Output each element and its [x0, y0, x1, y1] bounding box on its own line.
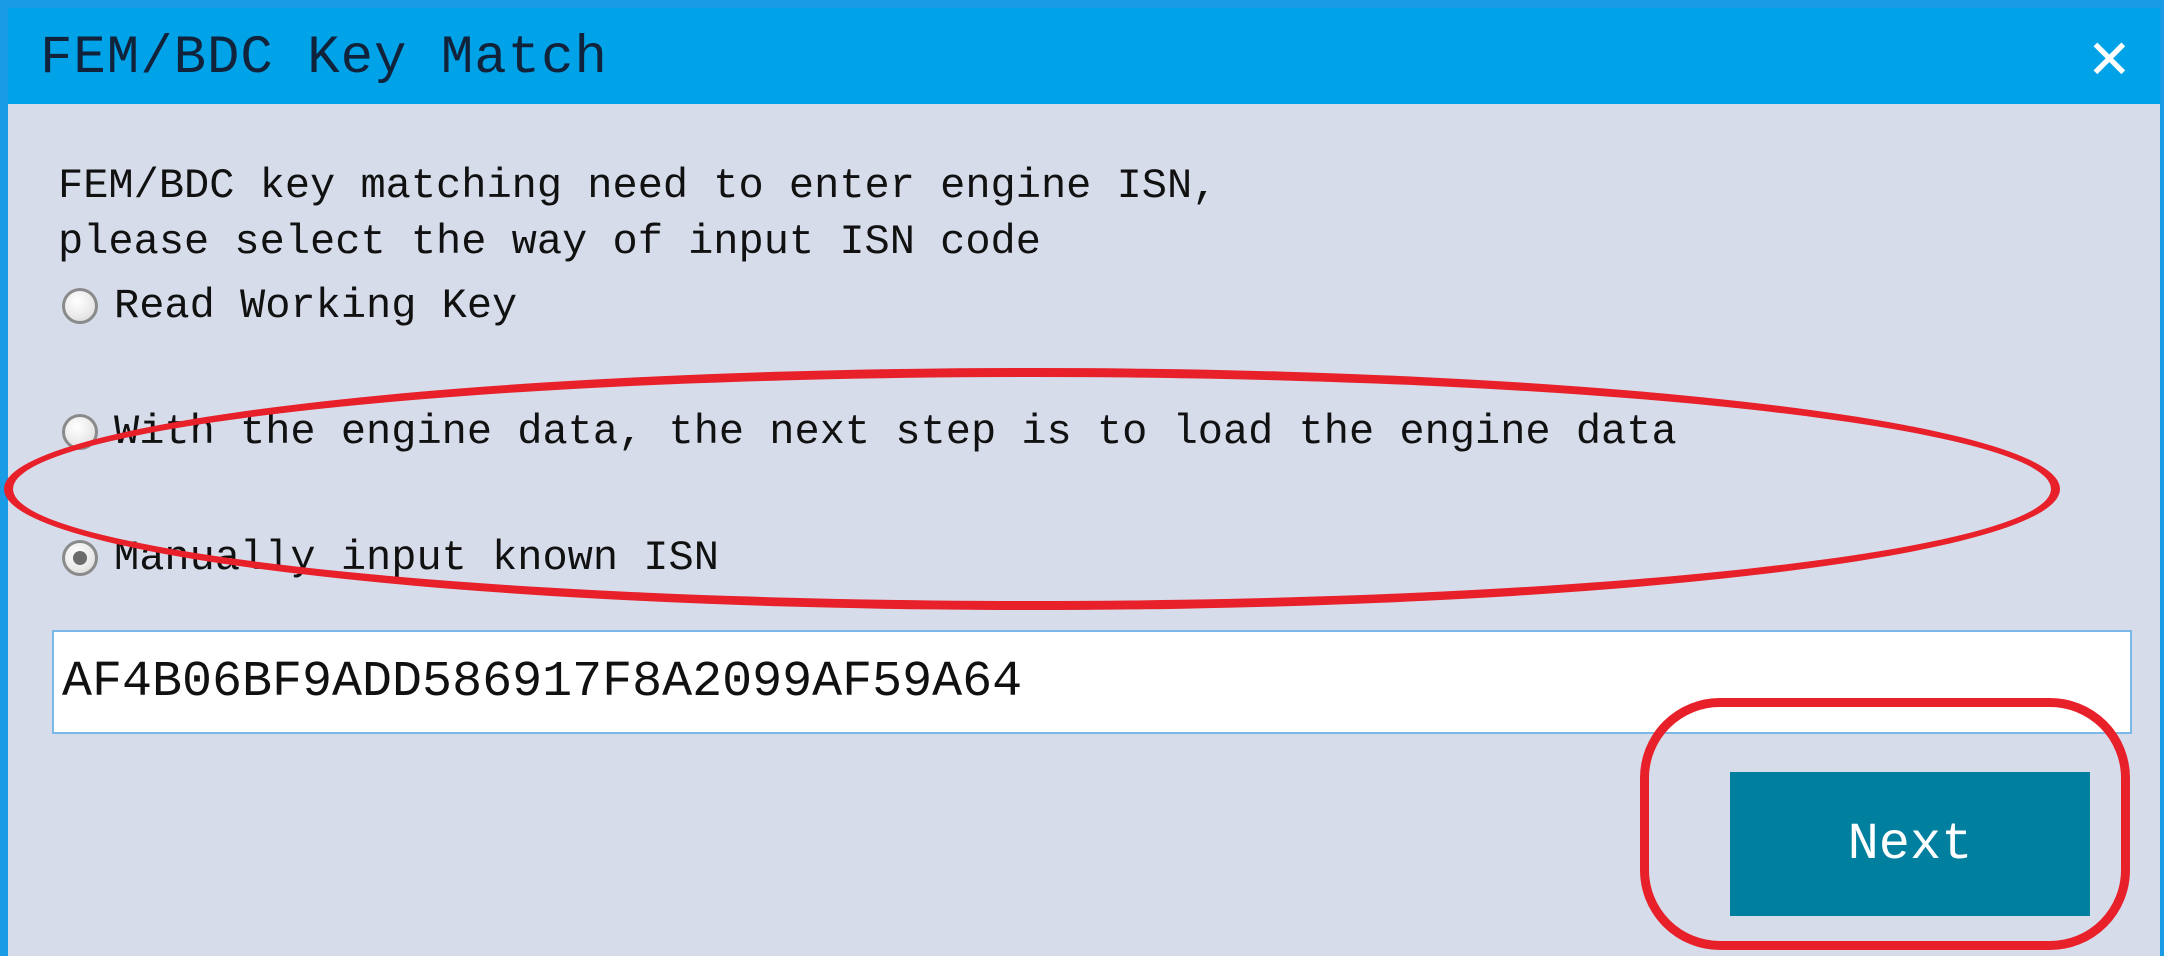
- instruction-line-2: please select the way of input ISN code: [58, 218, 1041, 266]
- radio-checked-icon[interactable]: [62, 540, 98, 576]
- dialog-window: FEM/BDC Key Match ✕ FEM/BDC key matching…: [0, 0, 2164, 956]
- radio-unchecked-icon[interactable]: [62, 288, 98, 324]
- radio-read-working-key[interactable]: Read Working Key: [62, 282, 517, 330]
- radio-label: With the engine data, the next step is t…: [114, 408, 1677, 456]
- radio-label: Manually input known ISN: [114, 534, 719, 582]
- radio-engine-data[interactable]: With the engine data, the next step is t…: [62, 408, 1677, 456]
- radio-manual-isn[interactable]: Manually input known ISN: [62, 534, 719, 582]
- instruction-line-1: FEM/BDC key matching need to enter engin…: [58, 162, 1218, 210]
- radio-label: Read Working Key: [114, 282, 518, 330]
- instruction-text: FEM/BDC key matching need to enter engin…: [58, 158, 1217, 270]
- title-bar: FEM/BDC Key Match ✕: [8, 0, 2160, 104]
- radio-unchecked-icon[interactable]: [62, 414, 98, 450]
- close-icon[interactable]: ✕: [2087, 30, 2132, 90]
- dialog-title: FEM/BDC Key Match: [40, 28, 608, 89]
- isn-input[interactable]: [52, 630, 2132, 734]
- next-button[interactable]: Next: [1730, 772, 2090, 916]
